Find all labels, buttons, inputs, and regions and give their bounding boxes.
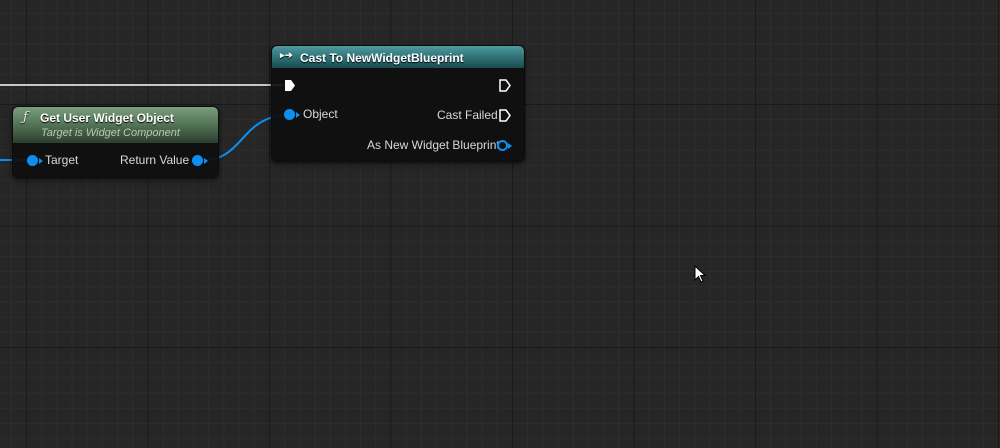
pin-arrow-icon — [39, 158, 43, 164]
pin-arrow-icon — [204, 158, 208, 164]
return-value-pin[interactable] — [192, 155, 203, 166]
node-header[interactable]: ▸ ➔ Cast To NewWidgetBlueprint — [272, 46, 524, 68]
cast-failed-exec-pin[interactable] — [499, 109, 511, 122]
node-subtitle: Target is Widget Component — [41, 127, 180, 139]
target-pin[interactable] — [27, 155, 38, 166]
node-title: Cast To NewWidgetBlueprint — [300, 51, 464, 65]
node-header[interactable]: ƒ Get User Widget Object Target is Widge… — [13, 107, 218, 143]
exec-in-pin[interactable] — [284, 79, 296, 92]
pin-arrow-icon — [296, 112, 300, 118]
object-pin[interactable] — [284, 109, 295, 120]
return-value-pin-label: Return Value — [120, 153, 190, 167]
node-title: Get User Widget Object — [40, 111, 174, 125]
cast-to-widget-blueprint-node[interactable]: ▸ ➔ Cast To NewWidgetBlueprint Object Ca… — [271, 45, 525, 162]
cast-failed-pin-label: Cast Failed — [437, 108, 498, 122]
get-user-widget-object-node[interactable]: ƒ Get User Widget Object Target is Widge… — [12, 106, 219, 178]
function-f-icon: ƒ — [23, 110, 28, 125]
mouse-pointer-icon — [694, 265, 706, 283]
target-pin-label: Target — [45, 153, 79, 167]
exec-out-pin[interactable] — [499, 79, 511, 92]
object-pin-label: Object — [303, 107, 338, 121]
cast-arrows-icon: ▸ ➔ — [280, 50, 293, 60]
as-widget-blueprint-pin-label: As New Widget Blueprint — [367, 138, 500, 152]
as-widget-blueprint-pin[interactable] — [497, 140, 512, 151]
